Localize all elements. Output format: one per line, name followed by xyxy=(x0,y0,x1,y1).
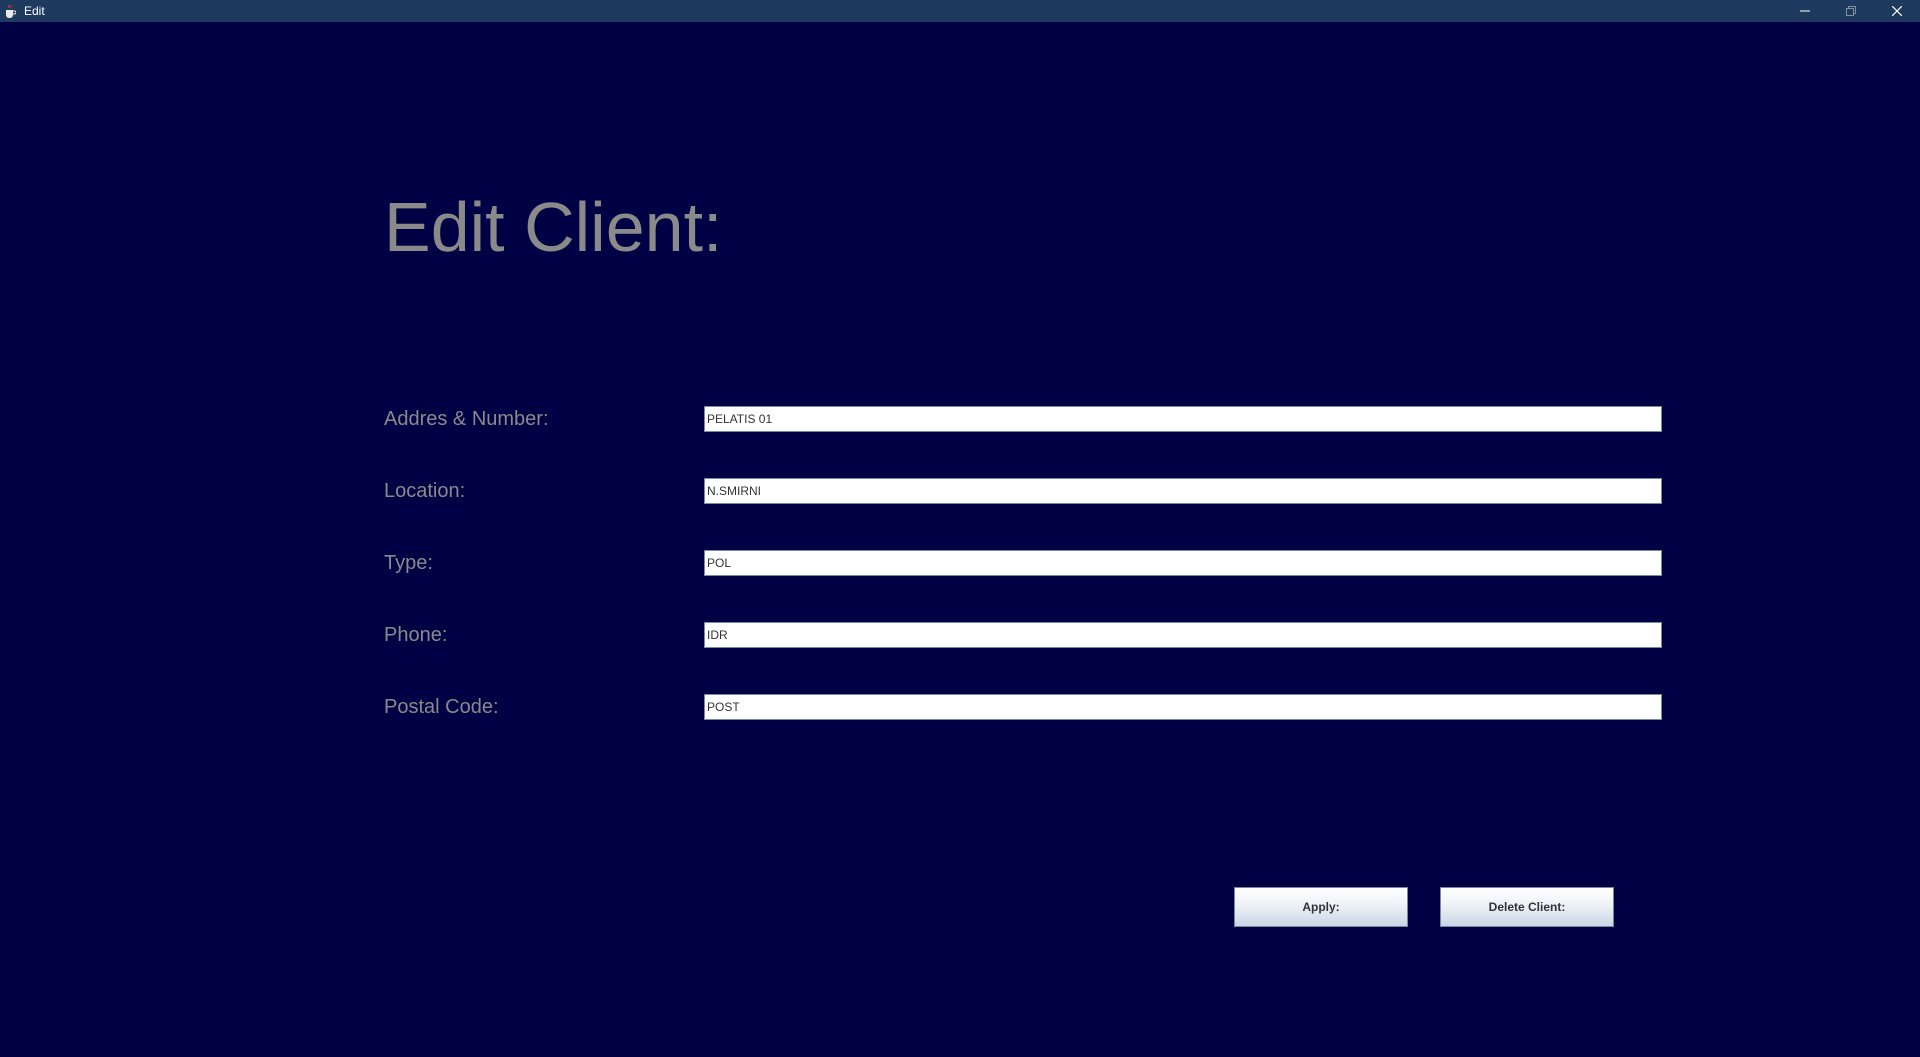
close-icon[interactable] xyxy=(1874,0,1920,22)
address-input[interactable] xyxy=(704,406,1662,432)
postal-code-row: Postal Code: xyxy=(0,694,1920,722)
phone-input[interactable] xyxy=(704,622,1662,648)
window-title: Edit xyxy=(24,4,45,18)
type-row: Type: xyxy=(0,550,1920,578)
java-cup-icon xyxy=(3,4,17,18)
postal-code-input[interactable] xyxy=(704,694,1662,720)
postal-code-label: Postal Code: xyxy=(384,696,499,718)
location-input[interactable] xyxy=(704,478,1662,504)
maximize-icon[interactable] xyxy=(1828,0,1874,22)
delete-client-button[interactable]: Delete Client: xyxy=(1440,887,1614,927)
window-controls xyxy=(1782,0,1920,22)
location-row: Location: xyxy=(0,478,1920,506)
phone-row: Phone: xyxy=(0,622,1920,650)
page-title: Edit Client: xyxy=(384,188,723,266)
minimize-icon[interactable] xyxy=(1782,0,1828,22)
phone-label: Phone: xyxy=(384,624,448,646)
address-row: Addres & Number: xyxy=(0,406,1920,434)
apply-button[interactable]: Apply: xyxy=(1234,887,1408,927)
type-input[interactable] xyxy=(704,550,1662,576)
type-label: Type: xyxy=(384,552,433,574)
window-titlebar: Edit xyxy=(0,0,1920,22)
edit-client-panel: Edit Client: Addres & Number: Location: … xyxy=(0,22,1920,1057)
address-label: Addres & Number: xyxy=(384,408,549,430)
location-label: Location: xyxy=(384,480,466,502)
